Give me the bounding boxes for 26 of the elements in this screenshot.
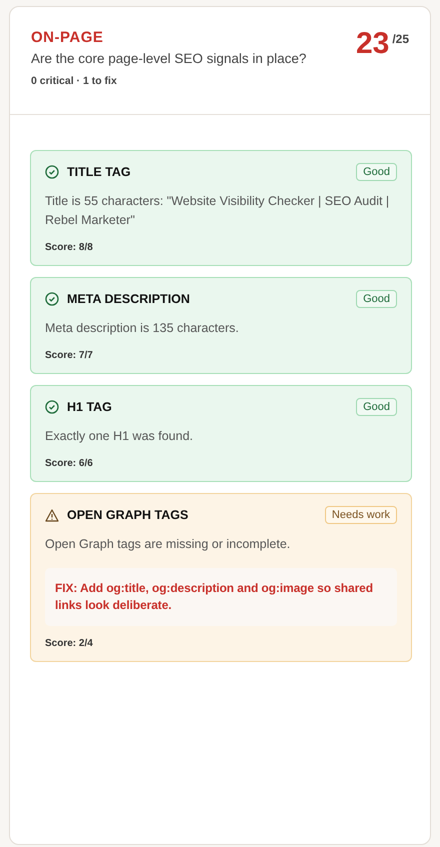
status-badge: Good — [356, 163, 397, 181]
warning-icon — [45, 508, 59, 522]
section-question: Are the core page-level SEO signals in place? — [31, 51, 306, 66]
check-detail: Exactly one H1 was found. — [45, 428, 194, 445]
check-title: H1 TAG — [67, 400, 112, 414]
section-score: 23 — [356, 29, 390, 59]
status-badge: Needs work — [324, 506, 397, 524]
fix-note: FIX: Add og:title, og:description and og:image so shared links look deliberate. — [45, 568, 397, 626]
check-score: Score: 7/7 — [45, 350, 94, 361]
check-title: TITLE TAG — [67, 165, 131, 179]
check-score: Score: 2/4 — [45, 638, 94, 649]
status-badge: Good — [356, 290, 397, 308]
check-score: Score: 8/8 — [45, 242, 94, 253]
check-circle-icon — [45, 400, 59, 414]
check-title: OPEN GRAPH TAGS — [67, 508, 188, 522]
check-circle-icon — [45, 292, 59, 306]
check-title: META DESCRIPTION — [67, 292, 190, 306]
check-detail: Open Graph tags are missing or incomplete. — [45, 536, 292, 553]
score-max: /25 — [392, 32, 409, 46]
check-score: Score: 6/6 — [45, 458, 94, 469]
check-detail: Meta description is 135 characters. — [45, 320, 240, 337]
status-badge: Good — [356, 398, 397, 416]
check-detail: Title is 55 characters: "Website Visibility Checker | SEO Audit | Rebel Marketer" — [45, 193, 390, 229]
issue-summary: 0 critical · 1 to fix — [31, 75, 118, 87]
section-label: ON-PAGE — [31, 29, 104, 46]
check-circle-icon — [45, 165, 59, 179]
